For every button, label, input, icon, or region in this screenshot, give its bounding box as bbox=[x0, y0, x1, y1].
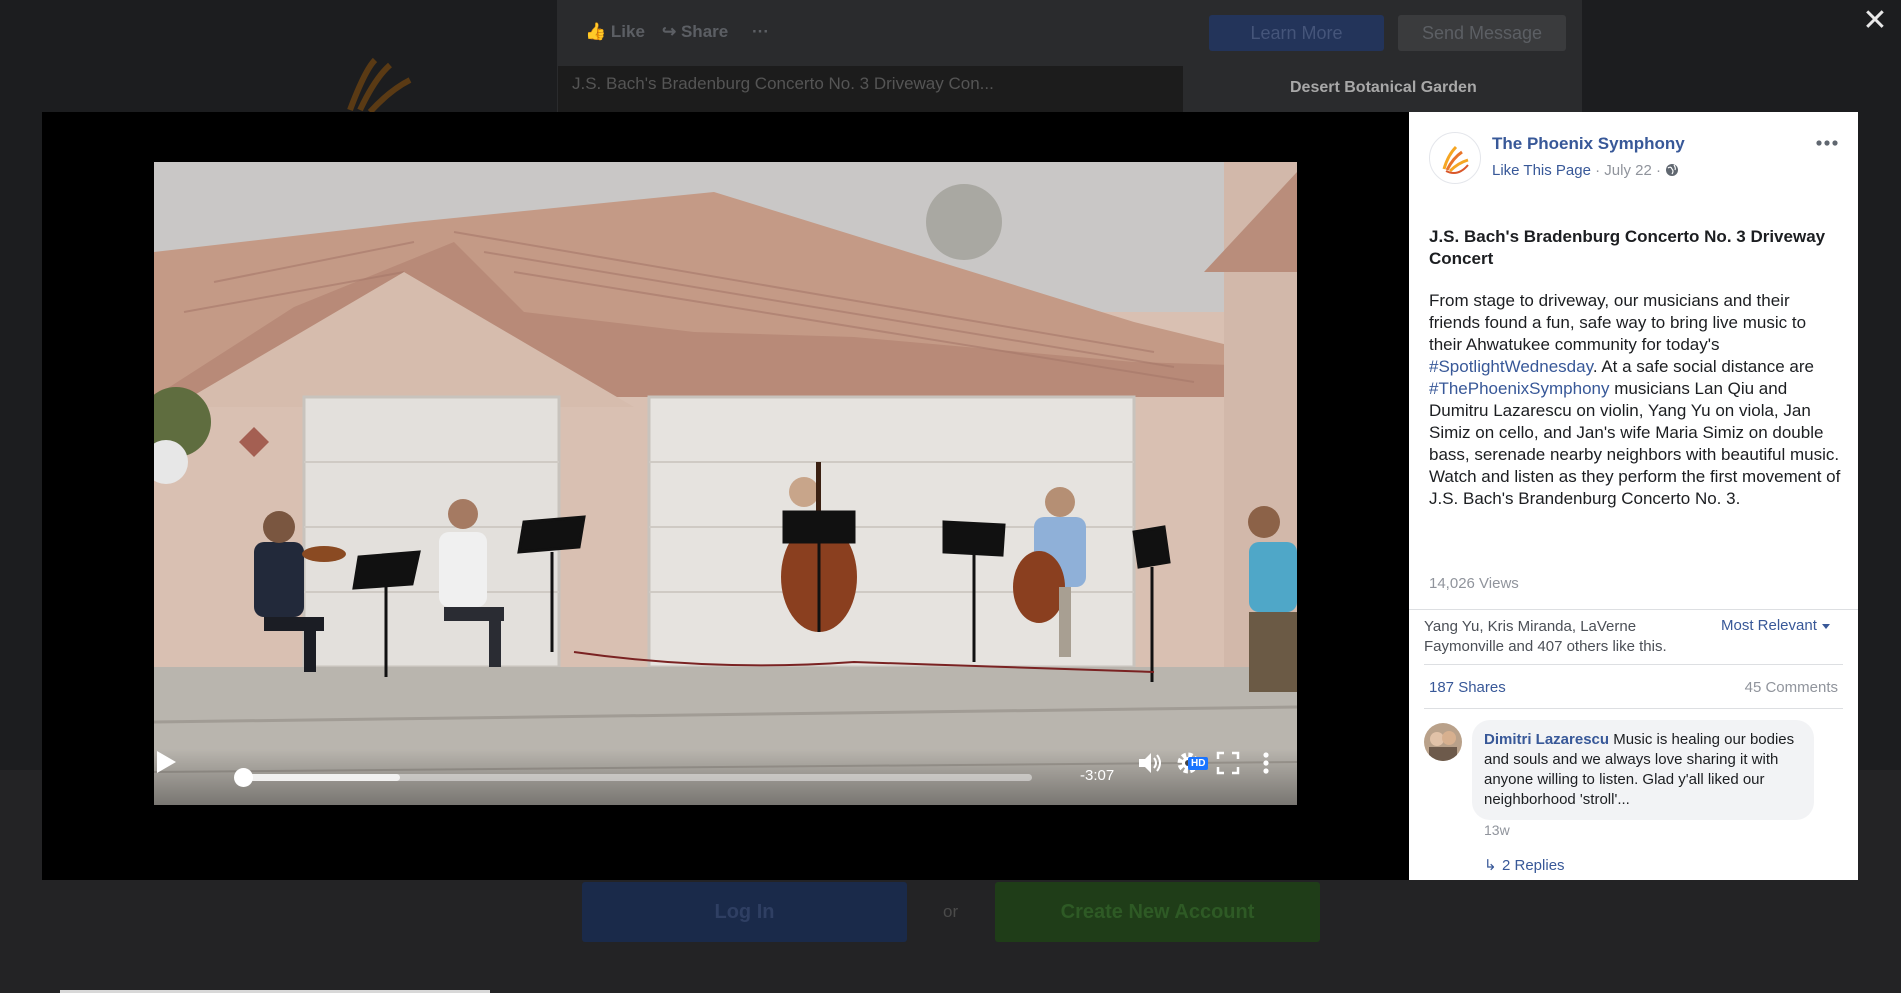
video-frame bbox=[154, 162, 1297, 805]
post-options-icon[interactable] bbox=[1814, 134, 1840, 152]
play-icon[interactable] bbox=[154, 749, 178, 775]
shares-link[interactable]: 187 Shares bbox=[1429, 679, 1506, 696]
video-theater-modal: -3:07 HD The Phoenix Symphony Like This … bbox=[42, 112, 1858, 880]
post-side-panel: The Phoenix Symphony Like This Page · Ju… bbox=[1409, 112, 1858, 880]
reply-arrow-icon: ↳ bbox=[1484, 857, 1497, 874]
background-create-account-button: Create New Account bbox=[995, 882, 1320, 942]
chevron-down-icon bbox=[1822, 624, 1831, 629]
video-area: -3:07 HD bbox=[42, 112, 1409, 880]
scrub-handle[interactable] bbox=[234, 768, 253, 787]
comment-time[interactable]: 13w bbox=[1484, 822, 1510, 838]
background-video-thumbnail: J.S. Bach's Bradenburg Concerto No. 3 Dr… bbox=[558, 66, 1183, 112]
view-replies-link[interactable]: ↳ 2 Replies bbox=[1484, 856, 1565, 874]
post-date[interactable]: July 22 bbox=[1604, 162, 1652, 179]
divider bbox=[1424, 708, 1843, 709]
comment-bubble: Dimitri Lazarescu Music is healing our b… bbox=[1472, 720, 1814, 820]
background-related-page: Desert Botanical Garden bbox=[1290, 79, 1477, 96]
phoenix-logo-background bbox=[347, 57, 412, 115]
more-options-icon[interactable] bbox=[1252, 749, 1280, 777]
page-avatar[interactable] bbox=[1429, 132, 1481, 184]
video-controls: -3:07 HD bbox=[154, 749, 1297, 805]
volume-icon[interactable] bbox=[1136, 749, 1164, 777]
comment-sort-dropdown[interactable]: Most Relevant bbox=[1721, 617, 1831, 634]
post-body-text: From stage to driveway, our musicians an… bbox=[1429, 291, 1807, 354]
background-more: ··· bbox=[752, 22, 769, 41]
divider bbox=[1409, 609, 1858, 610]
time-remaining: -3:07 bbox=[1080, 767, 1115, 784]
replies-label: 2 Replies bbox=[1502, 857, 1565, 874]
post-body-text: . At a safe social distance are bbox=[1592, 357, 1814, 376]
like-this-page-link[interactable]: Like This Page bbox=[1492, 162, 1591, 179]
post-body-text: musicians Lan Qiu and Dumitru Lazarescu … bbox=[1429, 379, 1841, 508]
hashtag-link[interactable]: #SpotlightWednesday bbox=[1429, 357, 1593, 376]
background-share: ↪ Share bbox=[662, 22, 729, 41]
background-send-message: Send Message bbox=[1398, 15, 1566, 51]
hd-badge: HD bbox=[1188, 757, 1209, 770]
divider bbox=[1424, 664, 1843, 665]
post-title: J.S. Bach's Bradenburg Concerto No. 3 Dr… bbox=[1429, 227, 1826, 268]
close-icon[interactable]: ✕ bbox=[1862, 6, 1888, 36]
meta-separator: · bbox=[1595, 162, 1605, 179]
sort-label: Most Relevant bbox=[1721, 617, 1817, 634]
post-meta: Like This Page · July 22 · bbox=[1492, 162, 1679, 179]
comment-author-link[interactable]: Dimitri Lazarescu bbox=[1484, 731, 1609, 748]
background-learn-more: Learn More bbox=[1209, 15, 1384, 51]
video-scrubber[interactable] bbox=[234, 768, 1032, 787]
meta-separator: · bbox=[1656, 162, 1666, 179]
background-login-button: Log In bbox=[582, 882, 907, 942]
post-body: From stage to driveway, our musicians an… bbox=[1429, 290, 1841, 510]
fullscreen-icon[interactable] bbox=[1214, 749, 1242, 777]
page-name-link[interactable]: The Phoenix Symphony bbox=[1492, 134, 1685, 154]
commenter-avatar[interactable] bbox=[1424, 723, 1462, 761]
video-player[interactable]: -3:07 HD bbox=[154, 162, 1297, 805]
scrub-buffer bbox=[242, 774, 400, 781]
background-like: 👍 Like bbox=[585, 22, 645, 41]
hashtag-link[interactable]: #ThePhoenixSymphony bbox=[1429, 379, 1610, 398]
comments-count-link[interactable]: 45 Comments bbox=[1745, 679, 1838, 696]
globe-icon[interactable] bbox=[1665, 163, 1679, 177]
background-or: or bbox=[943, 902, 959, 921]
likes-summary[interactable]: Yang Yu, Kris Miranda, LaVerne Faymonvil… bbox=[1424, 617, 1694, 657]
view-count: 14,026 Views bbox=[1429, 575, 1519, 592]
